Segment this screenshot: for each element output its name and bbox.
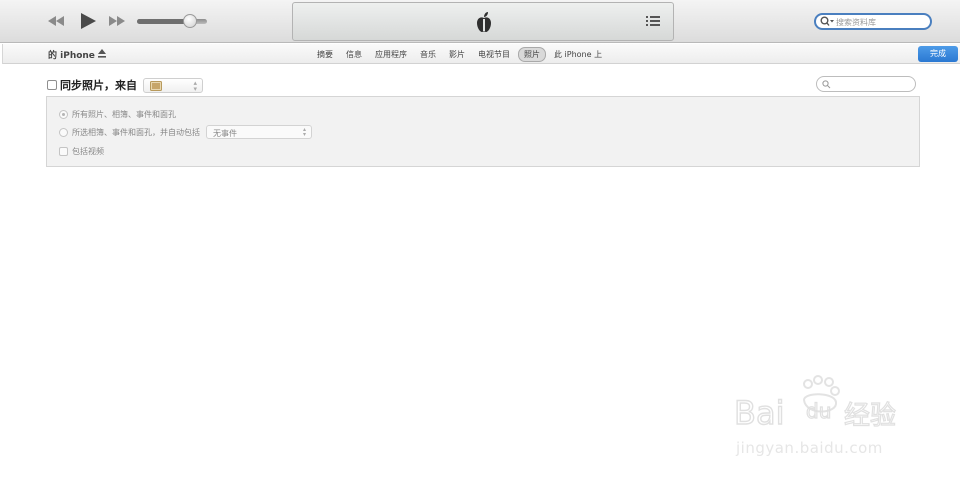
next-track-button[interactable] <box>107 10 127 32</box>
baidu-watermark: Bai du 经验 jingyan.baidu.com <box>733 374 914 464</box>
tab-7[interactable]: 此 iPhone 上 <box>549 48 607 61</box>
include-videos-label: 包括视频 <box>72 146 104 156</box>
option-include-videos[interactable]: 包括视频 <box>59 144 104 158</box>
play-button[interactable] <box>78 10 98 32</box>
tab-2[interactable]: 应用程序 <box>370 48 412 61</box>
play-icon <box>81 13 96 29</box>
svg-text:经验: 经验 <box>844 401 896 431</box>
tab-1[interactable]: 信息 <box>341 48 367 61</box>
library-search-input[interactable]: 搜索资料库 <box>814 13 932 30</box>
svg-text:Bai: Bai <box>734 394 784 432</box>
fast-forward-icon <box>109 16 125 26</box>
sync-photos-label: 同步照片，来自 <box>60 79 137 92</box>
selected-photos-radio[interactable] <box>59 127 68 137</box>
auto-include-select[interactable]: 无事件 ▴ ▾ <box>206 125 312 139</box>
volume-slider[interactable] <box>137 14 207 28</box>
status-display <box>292 2 674 41</box>
photo-source-select[interactable]: ▴ ▾ <box>143 77 203 93</box>
selected-photos-label: 所选相簿、事件和面孔，并自动包括 <box>72 127 200 137</box>
tab-4[interactable]: 影片 <box>444 48 470 61</box>
done-button[interactable]: 完成 <box>918 46 958 62</box>
rewind-icon <box>48 16 64 26</box>
all-photos-radio[interactable] <box>59 109 68 119</box>
list-view-icon[interactable] <box>646 15 660 27</box>
nav-divider <box>0 44 3 64</box>
apple-logo-icon <box>477 12 491 32</box>
tab-0[interactable]: 摘要 <box>312 48 338 61</box>
tab-6[interactable]: 照片 <box>518 46 546 62</box>
volume-fill <box>137 19 190 24</box>
baidu-jingyan-logo: Bai du 经验 <box>733 375 897 433</box>
sync-photos-row: 同步照片，来自 ▴ ▾ <box>47 76 203 94</box>
include-videos-checkbox[interactable] <box>59 146 68 156</box>
select-arrows-icon: ▴ ▾ <box>193 78 197 93</box>
search-placeholder: 搜索资料库 <box>836 18 876 27</box>
option-selected-photos[interactable]: 所选相簿、事件和面孔，并自动包括 无事件 ▴ ▾ <box>59 125 312 139</box>
device-nav-bar: 的 iPhone 摘要 信息 应用程序 音乐 影片 电视节目 照片此 iPhone 上 完成 <box>0 44 960 64</box>
select-arrows-icon: ▴ ▾ <box>302 126 306 138</box>
photo-filter-search-input[interactable] <box>816 76 916 92</box>
eject-icon[interactable] <box>98 49 106 58</box>
volume-knob[interactable] <box>182 14 197 28</box>
search-icon <box>820 16 834 26</box>
search-icon <box>822 80 831 89</box>
tab-3[interactable]: 音乐 <box>415 48 441 61</box>
tab-bar: 摘要 信息 应用程序 音乐 影片 电视节目 照片此 iPhone 上 <box>312 46 610 62</box>
sync-options-panel: 所有照片、相簿、事件和面孔 所选相簿、事件和面孔，并自动包括 无事件 ▴ ▾ 包括… <box>46 96 920 167</box>
tab-5[interactable]: 电视节目 <box>473 48 515 61</box>
device-name[interactable]: 的 iPhone <box>48 48 95 61</box>
all-photos-label: 所有照片、相簿、事件和面孔 <box>72 109 176 119</box>
player-toolbar: 搜索资料库 <box>0 0 960 43</box>
previous-track-button[interactable] <box>46 10 66 32</box>
option-all-photos[interactable]: 所有照片、相簿、事件和面孔 <box>59 107 176 121</box>
auto-include-value: 无事件 <box>213 129 237 138</box>
sync-photos-checkbox[interactable] <box>47 80 57 90</box>
watermark-url: jingyan.baidu.com <box>736 439 883 457</box>
svg-text:du: du <box>806 399 831 423</box>
iphoto-icon <box>150 80 162 91</box>
